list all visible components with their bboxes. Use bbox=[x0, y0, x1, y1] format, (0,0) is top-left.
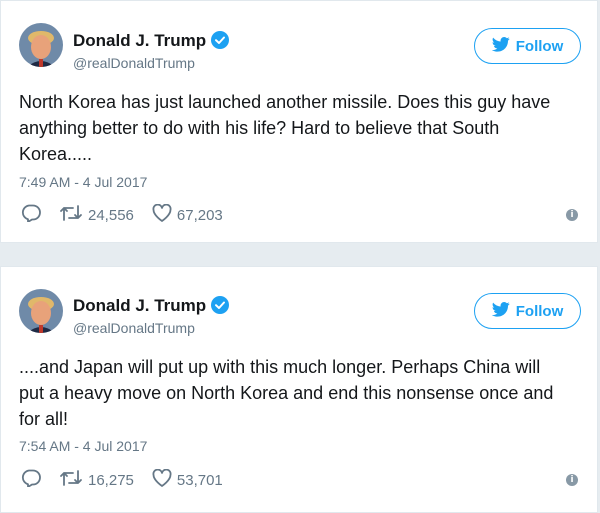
reply-icon bbox=[21, 204, 41, 226]
like-button[interactable]: 53,701 bbox=[152, 468, 223, 491]
tweet-text-line: Korea..... bbox=[19, 144, 93, 164]
retweet-count: 16,275 bbox=[88, 471, 134, 489]
author-name[interactable]: Donald J. Trump bbox=[73, 296, 230, 319]
avatar[interactable] bbox=[19, 23, 63, 67]
reply-button[interactable] bbox=[21, 469, 41, 491]
like-heart-icon bbox=[152, 468, 172, 491]
tweet-text: North Korea has just launched another mi… bbox=[19, 89, 584, 167]
tweet-text-line: for all! bbox=[19, 409, 69, 429]
verified-badge-icon bbox=[211, 296, 230, 319]
reply-button[interactable] bbox=[21, 204, 41, 226]
info-icon[interactable]: i bbox=[566, 209, 578, 221]
reply-icon bbox=[21, 469, 41, 491]
author-handle[interactable]: @realDonaldTrump bbox=[73, 54, 195, 72]
retweet-count: 24,556 bbox=[88, 206, 134, 224]
retweet-icon bbox=[59, 469, 83, 491]
tweet-actions: 24,556 67,203 bbox=[21, 203, 241, 226]
retweet-button[interactable]: 16,275 bbox=[59, 469, 134, 491]
follow-button[interactable]: Follow bbox=[474, 28, 581, 64]
author-name-text[interactable]: Donald J. Trump bbox=[73, 31, 206, 50]
author-name-text[interactable]: Donald J. Trump bbox=[73, 296, 206, 315]
retweet-icon bbox=[59, 204, 83, 226]
author-name[interactable]: Donald J. Trump bbox=[73, 31, 230, 54]
tweet-text: ....and Japan will put up with this much… bbox=[19, 354, 584, 432]
like-count: 53,701 bbox=[176, 471, 223, 489]
author-handle[interactable]: @realDonaldTrump bbox=[73, 319, 195, 337]
tweet-text-line: put a heavy move on North Korea and end … bbox=[19, 383, 554, 403]
tweet-text-line: ....and Japan will put up with this much… bbox=[19, 357, 541, 377]
follow-label: Follow bbox=[515, 302, 564, 320]
tweet-timestamp[interactable]: 7:54 AM - 4 Jul 2017 bbox=[19, 438, 147, 454]
info-icon[interactable]: i bbox=[566, 474, 578, 486]
follow-label: Follow bbox=[515, 37, 564, 55]
avatar[interactable] bbox=[19, 289, 63, 333]
tweet-text-line: anything better to do with his life? Har… bbox=[19, 118, 500, 138]
follow-button[interactable]: Follow bbox=[474, 293, 581, 329]
like-count: 67,203 bbox=[176, 206, 223, 224]
like-button[interactable]: 67,203 bbox=[152, 203, 223, 226]
twitter-bird-icon bbox=[491, 36, 510, 56]
twitter-bird-icon bbox=[491, 301, 510, 321]
tweet-actions: 16,275 53,701 bbox=[21, 468, 241, 491]
tweet-card-1: Donald J. Trump @realDonaldTrump Follow … bbox=[0, 0, 598, 243]
like-heart-icon bbox=[152, 203, 172, 226]
tweet-timestamp[interactable]: 7:49 AM - 4 Jul 2017 bbox=[19, 174, 147, 190]
tweet-text-line: North Korea has just launched another mi… bbox=[19, 92, 551, 112]
retweet-button[interactable]: 24,556 bbox=[59, 204, 134, 226]
verified-badge-icon bbox=[211, 31, 230, 54]
tweet-card-2: Donald J. Trump @realDonaldTrump Follow … bbox=[0, 266, 598, 513]
